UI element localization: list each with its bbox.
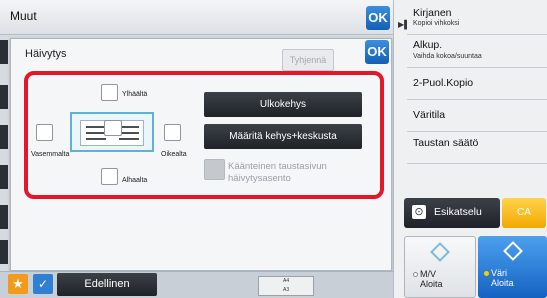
mono-start-label: M/V Aloita: [413, 269, 443, 289]
frame-center-button[interactable]: Määritä kehys+keskusta: [204, 124, 362, 149]
sidebar-item-color-mode[interactable]: Väritila: [407, 100, 547, 132]
background-edge-bar: [0, 205, 8, 229]
mono-line1: M/V: [420, 269, 437, 279]
clear-button[interactable]: Tyhjennä: [282, 49, 334, 71]
mono-line2: Aloita: [420, 279, 443, 289]
text-line: [86, 138, 106, 140]
left-checkbox[interactable]: [36, 124, 53, 141]
sidebar-item-booklet[interactable]: Kirjanen Kopioi vihkoksi: [407, 2, 547, 35]
color-line1: Väri: [491, 268, 508, 278]
sidebar-item-label: Kirjanen: [413, 7, 452, 19]
screen: Muut OK Häivytys Tyhjennä OK Ylhäältä Va…: [0, 0, 547, 298]
sidebar-item-label: Taustan säätö: [413, 137, 479, 149]
background-edge-bar: [0, 125, 8, 149]
right-checkbox-label: Oikealta: [161, 151, 187, 158]
top-checkbox[interactable]: [101, 84, 118, 101]
main-area: Muut OK Häivytys Tyhjennä OK Ylhäältä Va…: [0, 0, 393, 298]
text-line: [119, 132, 139, 134]
inverse-erase-label: Käänteinen taustasivun häivytysasento: [228, 161, 327, 184]
outer-frame-button[interactable]: Ulkokehys: [204, 92, 362, 117]
color-dot-icon: [484, 271, 489, 276]
center-checkbox[interactable]: [104, 120, 122, 136]
thumb-size-top: A4: [283, 278, 290, 284]
sidebar-item-original[interactable]: Alkup. Vaihda kokoa/suuntaa: [407, 35, 547, 68]
background-edge-bar: [0, 240, 8, 264]
sidebar-item-duplex[interactable]: 2-Puol.Kopio: [407, 68, 547, 100]
inverse-erase-checkbox[interactable]: [204, 159, 225, 180]
color-start-label: Väri Aloita: [484, 268, 514, 288]
text-line: [119, 138, 139, 140]
sidebar-item-label: Alkup.: [413, 39, 443, 51]
preview-label: Esikatselu: [434, 206, 482, 218]
clear-all-button[interactable]: CA: [502, 198, 546, 228]
star-icon[interactable]: ★: [8, 274, 28, 294]
bottom-checkbox-label: Alhaalta: [122, 177, 148, 184]
start-icon: [503, 241, 523, 261]
sidebar-item-sub: Vaihda kokoa/suuntaa: [413, 53, 482, 60]
sidebar-item-background[interactable]: Taustan säätö: [407, 132, 547, 164]
magnifier-icon: ⊙: [412, 205, 426, 219]
dialog-title: Häivytys: [25, 48, 67, 60]
paper-size-thumbnail: A4 A3: [258, 276, 314, 296]
start-icon: [430, 242, 450, 262]
sidebar-item-sub: Kopioi vihkoksi: [413, 20, 460, 27]
dialog-ok-button[interactable]: OK: [365, 40, 389, 64]
preview-button[interactable]: ⊙ Esikatselu: [404, 198, 500, 228]
bottom-checkbox[interactable]: [101, 168, 118, 185]
screen-title: Muut: [10, 9, 37, 23]
mono-start-button[interactable]: M/V Aloita: [404, 236, 476, 298]
text-line: [86, 132, 106, 134]
top-bar: Muut: [0, 0, 393, 35]
previous-button[interactable]: Edellinen: [57, 273, 157, 296]
left-checkbox-label: Vasemmalta: [31, 151, 70, 158]
top-ok-button[interactable]: OK: [366, 6, 390, 30]
text-line: [119, 126, 139, 128]
right-checkbox[interactable]: [164, 124, 181, 141]
erase-layout-diagram: [70, 112, 154, 152]
color-start-button[interactable]: Väri Aloita: [478, 236, 547, 298]
sidebar-item-label: 2-Puol.Kopio: [413, 77, 474, 89]
background-edge-bar: [0, 165, 8, 189]
text-line: [86, 126, 106, 128]
background-edge-bar: [0, 40, 8, 64]
check-icon[interactable]: ✓: [33, 274, 53, 294]
thumb-size-bottom: A3: [283, 287, 290, 293]
top-checkbox-label: Ylhäältä: [122, 91, 148, 98]
background-edge-bar: [0, 85, 8, 109]
color-line2: Aloita: [491, 278, 514, 288]
sidebar-item-label: Väritila: [413, 109, 446, 121]
mono-dot-icon: [413, 272, 418, 277]
